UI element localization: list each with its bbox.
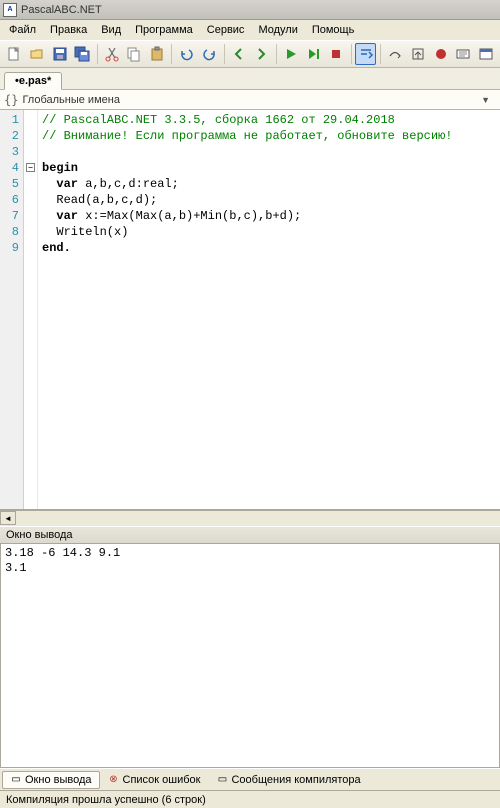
menu-help[interactable]: Помощь: [305, 22, 362, 38]
open-file-icon[interactable]: [27, 43, 48, 65]
file-tab[interactable]: •e.pas*: [4, 72, 62, 90]
bottom-tab-strip: ▭ Окно вывода ⊗ Список ошибок ▭ Сообщени…: [0, 768, 500, 790]
code-text: a,b,c,d:real;: [78, 177, 179, 191]
messages-tab-icon: ▭: [216, 774, 228, 786]
toolbar-separator: [97, 44, 98, 64]
tab-strip: •e.pas*: [0, 68, 500, 90]
watch-icon[interactable]: [453, 43, 474, 65]
status-bar: Компиляция прошла успешно (6 строк): [0, 790, 500, 808]
code-line: // Внимание! Если программа не работает,…: [42, 129, 452, 143]
code-keyword: var: [56, 177, 78, 191]
window-title: PascalABC.NET: [21, 4, 102, 16]
fold-column: −: [24, 110, 38, 509]
step-into-icon[interactable]: [355, 43, 376, 65]
menu-file[interactable]: Файл: [2, 22, 43, 38]
run-icon[interactable]: [281, 43, 302, 65]
redo-icon[interactable]: [199, 43, 220, 65]
breakpoint-icon[interactable]: [430, 43, 451, 65]
menu-view[interactable]: Вид: [94, 22, 128, 38]
code-text: x:=Max(Max(a,b)+Min(b,c),b+d);: [78, 209, 301, 223]
menu-program[interactable]: Программа: [128, 22, 200, 38]
undo-icon[interactable]: [176, 43, 197, 65]
toolbar-separator: [276, 44, 277, 64]
output-line: 3.18 -6 14.3 9.1: [5, 546, 120, 560]
code-keyword: var: [56, 209, 78, 223]
menu-bar: Файл Правка Вид Программа Сервис Модули …: [0, 20, 500, 40]
toolbar-separator: [380, 44, 381, 64]
run-no-debug-icon[interactable]: [303, 43, 324, 65]
navigate-back-icon[interactable]: [228, 43, 249, 65]
status-text: Компиляция прошла успешно (6 строк): [6, 794, 206, 806]
code-line: // PascalABC.NET 3.3.5, сборка 1662 от 2…: [42, 113, 395, 127]
fold-toggle-icon[interactable]: −: [26, 163, 35, 172]
navigate-forward-icon[interactable]: [251, 43, 272, 65]
save-icon[interactable]: [49, 43, 70, 65]
form-designer-icon[interactable]: [476, 43, 497, 65]
toolbar-separator: [171, 44, 172, 64]
code-keyword: end.: [42, 241, 71, 255]
step-over-icon[interactable]: [385, 43, 406, 65]
output-line: 3.1: [5, 561, 27, 575]
names-selector[interactable]: {} Глобальные имена ▼: [0, 90, 500, 110]
output-title: Окно вывода: [6, 529, 73, 541]
menu-edit[interactable]: Правка: [43, 22, 94, 38]
copy-icon[interactable]: [124, 43, 145, 65]
paste-icon[interactable]: [147, 43, 168, 65]
step-out-icon[interactable]: [408, 43, 429, 65]
code-line: Read(a,b,c,d);: [42, 193, 157, 207]
title-bar: A PascalABC.NET: [0, 0, 500, 20]
code-line: Writeln(x): [42, 225, 128, 239]
horizontal-scrollbar[interactable]: ◄: [0, 510, 500, 526]
output-tab-icon: ▭: [10, 774, 22, 786]
output-panel[interactable]: 3.18 -6 14.3 9.1 3.1: [0, 544, 500, 768]
code-content[interactable]: // PascalABC.NET 3.3.5, сборка 1662 от 2…: [38, 110, 500, 509]
cut-icon[interactable]: [101, 43, 122, 65]
menu-service[interactable]: Сервис: [200, 22, 252, 38]
output-panel-header: Окно вывода: [0, 526, 500, 544]
app-icon: A: [3, 3, 17, 17]
stop-icon[interactable]: [326, 43, 347, 65]
chevron-down-icon: ▼: [481, 95, 496, 105]
menu-modules[interactable]: Модули: [251, 22, 304, 38]
toolbar-separator: [224, 44, 225, 64]
tab-output[interactable]: ▭ Окно вывода: [2, 771, 100, 789]
errors-tab-icon: ⊗: [108, 774, 120, 786]
names-label: Глобальные имена: [22, 94, 120, 106]
toolbar-separator: [351, 44, 352, 64]
new-file-icon[interactable]: [4, 43, 25, 65]
save-all-icon[interactable]: [72, 43, 93, 65]
braces-icon: {}: [4, 93, 18, 107]
code-editor[interactable]: 1 2 3 4 5 6 7 8 9 − // PascalABC.NET 3.3…: [0, 110, 500, 510]
line-gutter: 1 2 3 4 5 6 7 8 9: [0, 110, 24, 509]
code-keyword: begin: [42, 161, 78, 175]
scroll-left-icon[interactable]: ◄: [0, 511, 16, 525]
toolbar: [0, 40, 500, 68]
tab-compiler-messages[interactable]: ▭ Сообщения компилятора: [208, 771, 368, 789]
tab-errors[interactable]: ⊗ Список ошибок: [100, 771, 209, 789]
